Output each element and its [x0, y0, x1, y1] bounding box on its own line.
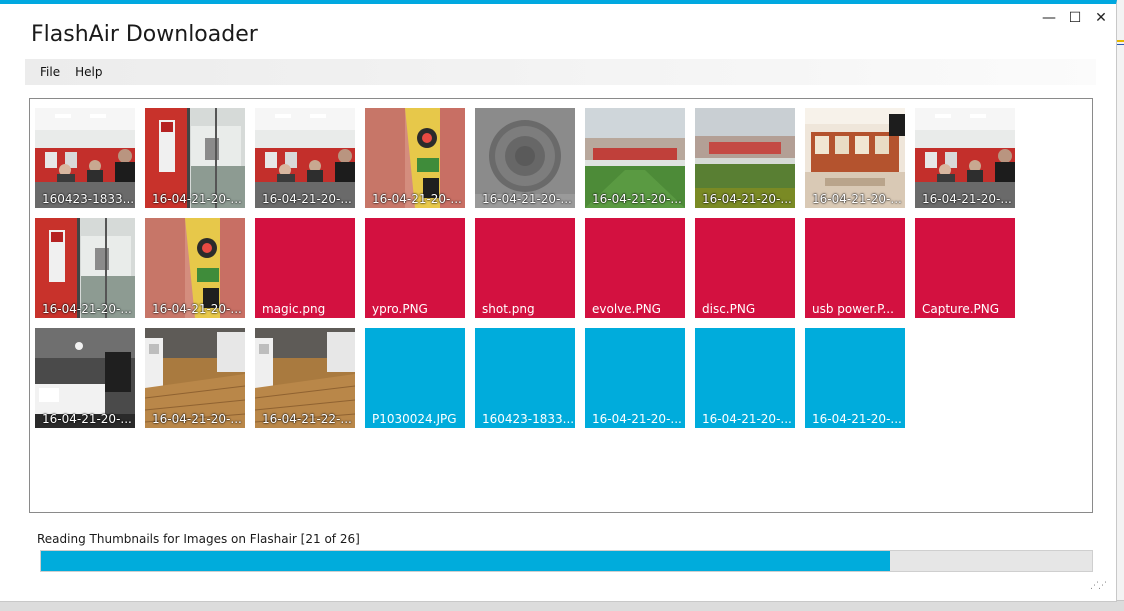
thumbnail-tile[interactable]: evolve.PNG	[585, 218, 685, 318]
thumbnail-tile[interactable]: 16-04-21-20-...	[365, 108, 465, 208]
thumbnail-tile[interactable]: 16-04-21-22-...	[255, 328, 355, 428]
thumbnail-caption: magic.png	[262, 302, 326, 316]
thumbnail-tile[interactable]: 16-04-21-20-...	[475, 108, 575, 208]
thumbnail-tile[interactable]: 160423-1833...	[35, 108, 135, 208]
thumbnail-caption: 160423-1833...	[482, 412, 575, 426]
thumbnail-tile[interactable]: 16-04-21-20-...	[915, 108, 1015, 208]
thumbnail-caption: 16-04-21-20-...	[585, 190, 685, 208]
progress-bar	[40, 550, 1093, 572]
thumbnail-caption: disc.PNG	[702, 302, 756, 316]
menu-bar: File Help	[25, 59, 1096, 85]
thumbnail-caption: ypro.PNG	[372, 302, 428, 316]
thumbnail-caption: 16-04-21-20-...	[35, 410, 135, 428]
menu-file[interactable]: File	[25, 65, 69, 79]
thumbnail-caption: 16-04-21-20-...	[592, 412, 682, 426]
thumbnail-caption: 16-04-21-20-...	[35, 300, 135, 318]
thumbnail-caption: 16-04-21-20-...	[365, 190, 465, 208]
thumbnail-caption: 160423-1833...	[35, 190, 135, 208]
maximize-button[interactable]: ☐	[1062, 8, 1088, 28]
app-window: — ☐ ✕ FlashAir Downloader File Help 1604…	[0, 0, 1117, 602]
thumbnail-tile[interactable]: 16-04-21-20-...	[695, 328, 795, 428]
thumbnail-tile[interactable]: 16-04-21-20-...	[35, 328, 135, 428]
thumbnail-caption: 16-04-21-20-...	[255, 190, 355, 208]
thumbnail-caption: shot.png	[482, 302, 535, 316]
status-text: Reading Thumbnails for Images on Flashai…	[37, 532, 360, 546]
menu-help[interactable]: Help	[69, 65, 111, 79]
thumbnail-tile[interactable]: 160423-1833...	[475, 328, 575, 428]
thumbnail-caption: 16-04-21-20-...	[145, 410, 245, 428]
thumbnail-tile[interactable]: 16-04-21-20-...	[145, 328, 245, 428]
thumbnail-tile[interactable]: Capture.PNG	[915, 218, 1015, 318]
thumbnail-tile[interactable]: 16-04-21-20-...	[255, 108, 355, 208]
thumbnail-caption: Capture.PNG	[922, 302, 1000, 316]
thumbnail-caption: P1030024.JPG	[372, 412, 457, 426]
thumbnail-tile[interactable]: 16-04-21-20-...	[805, 328, 905, 428]
thumbnail-tile[interactable]: 16-04-21-20-...	[145, 108, 245, 208]
resize-grip-icon[interactable]: ⋰⋰	[1090, 581, 1107, 591]
close-button[interactable]: ✕	[1088, 8, 1114, 28]
thumbnail-caption: 16-04-21-20-...	[805, 190, 905, 208]
thumbnail-tile[interactable]: 16-04-21-20-...	[695, 108, 795, 208]
thumbnail-tile[interactable]: P1030024.JPG	[365, 328, 465, 428]
thumbnail-caption: 16-04-21-20-...	[702, 412, 792, 426]
app-title: FlashAir Downloader	[31, 22, 258, 47]
thumbnail-caption: 16-04-21-20-...	[915, 190, 1015, 208]
thumbnail-caption: 16-04-21-20-...	[145, 300, 245, 318]
thumbnail-caption: 16-04-21-20-...	[695, 190, 795, 208]
thumbnail-caption: usb power.P...	[812, 302, 894, 316]
thumbnail-tile[interactable]: 16-04-21-20-...	[585, 108, 685, 208]
thumbnail-tile[interactable]: 16-04-21-20-...	[585, 328, 685, 428]
progress-fill	[41, 551, 890, 571]
thumbnail-tile[interactable]: 16-04-21-20-...	[805, 108, 905, 208]
thumbnail-tile[interactable]: disc.PNG	[695, 218, 795, 318]
thumbnail-tile[interactable]: 16-04-21-20-...	[35, 218, 135, 318]
thumbnail-caption: 16-04-21-20-...	[475, 190, 575, 208]
thumbnail-tile[interactable]: shot.png	[475, 218, 575, 318]
thumbnail-tile[interactable]: 16-04-21-20-...	[145, 218, 245, 318]
window-controls: — ☐ ✕	[1036, 8, 1114, 28]
thumbnail-caption: 16-04-21-20-...	[145, 190, 245, 208]
thumbnail-tile[interactable]: ypro.PNG	[365, 218, 465, 318]
thumbnail-tile[interactable]: usb power.P...	[805, 218, 905, 318]
thumbnail-caption: evolve.PNG	[592, 302, 661, 316]
thumbnail-caption: 16-04-21-22-...	[255, 410, 355, 428]
minimize-button[interactable]: —	[1036, 8, 1062, 28]
thumbnail-tile[interactable]: magic.png	[255, 218, 355, 318]
thumbnail-caption: 16-04-21-20-...	[812, 412, 902, 426]
thumbnail-grid[interactable]: 160423-1833... 16-04-21-20-... 16-04-21-20…	[29, 98, 1093, 513]
